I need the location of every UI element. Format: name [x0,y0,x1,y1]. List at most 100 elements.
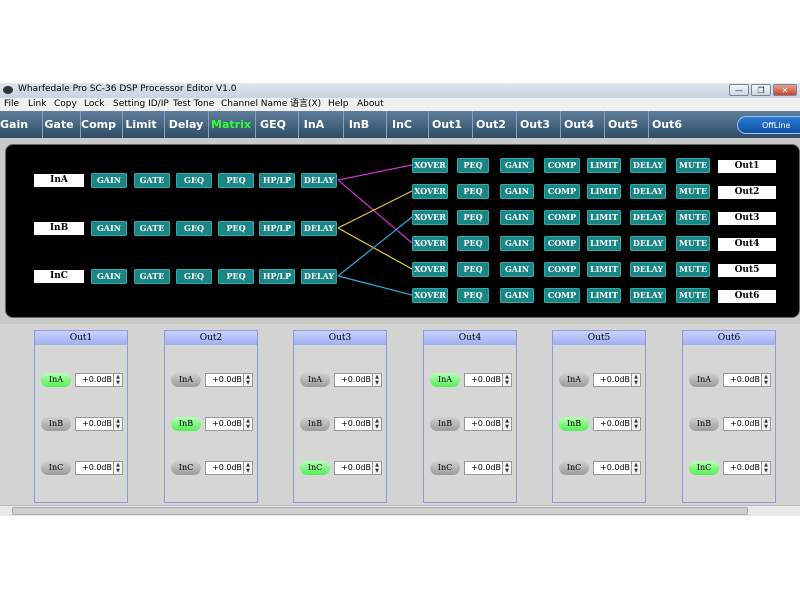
out2-peq-module[interactable]: PEQ [457,184,489,199]
out1-comp-module[interactable]: COMP [544,158,580,173]
gain-stepper[interactable]: ▲ ▼ [631,417,641,431]
route-toggle-inc[interactable]: InC [689,461,719,475]
out6-delay-module[interactable]: DELAY [630,288,666,303]
route-toggle-ina[interactable]: InA [559,373,589,387]
gain-stepper[interactable]: ▲ ▼ [372,461,382,475]
gain-stepper[interactable]: ▲ ▼ [372,373,382,387]
gain-stepper[interactable]: ▲ ▼ [502,461,512,475]
gain-stepper[interactable]: ▲ ▼ [502,373,512,387]
route-toggle-inc[interactable]: InC [430,461,460,475]
gain-stepper[interactable]: ▲ ▼ [243,373,253,387]
stepper-down-icon[interactable]: ▼ [503,468,511,474]
ina-gate-module[interactable]: GATE [134,173,170,188]
stepper-down-icon[interactable]: ▼ [373,380,381,386]
out4-xover-module[interactable]: XOVER [412,236,448,251]
stepper-down-icon[interactable]: ▼ [762,468,770,474]
stepper-down-icon[interactable]: ▼ [373,424,381,430]
route-toggle-inb[interactable]: InB [689,417,719,431]
inc-gain-module[interactable]: GAIN [91,269,127,284]
out6-limit-module[interactable]: LIMIT [587,288,621,303]
out2-comp-module[interactable]: COMP [544,184,580,199]
route-toggle-inc[interactable]: InC [171,461,201,475]
out1-xover-module[interactable]: XOVER [412,158,448,173]
route-toggle-ina[interactable]: InA [300,373,330,387]
stepper-down-icon[interactable]: ▼ [632,380,640,386]
out2-limit-module[interactable]: LIMIT [587,184,621,199]
gain-stepper[interactable]: ▲ ▼ [761,417,771,431]
stepper-down-icon[interactable]: ▼ [762,380,770,386]
inb-peq-module[interactable]: PEQ [218,221,254,236]
out5-comp-module[interactable]: COMP [544,262,580,277]
out4-comp-module[interactable]: COMP [544,236,580,251]
out1-limit-module[interactable]: LIMIT [587,158,621,173]
stepper-down-icon[interactable]: ▼ [632,424,640,430]
inc-geq-module[interactable]: GEQ [176,269,212,284]
ina-peq-module[interactable]: PEQ [218,173,254,188]
route-toggle-inb[interactable]: InB [430,417,460,431]
route-toggle-inb[interactable]: InB [171,417,201,431]
out3-xover-module[interactable]: XOVER [412,210,448,225]
inb-gain-module[interactable]: GAIN [91,221,127,236]
gain-stepper[interactable]: ▲ ▼ [113,373,123,387]
out4-gain-module[interactable]: GAIN [500,236,534,251]
out6-peq-module[interactable]: PEQ [457,288,489,303]
ina-geq-module[interactable]: GEQ [176,173,212,188]
inb-geq-module[interactable]: GEQ [176,221,212,236]
gain-stepper[interactable]: ▲ ▼ [502,417,512,431]
stepper-down-icon[interactable]: ▼ [114,380,122,386]
stepper-down-icon[interactable]: ▼ [244,424,252,430]
out5-mute-module[interactable]: MUTE [676,262,710,277]
route-toggle-inb[interactable]: InB [41,417,71,431]
out3-delay-module[interactable]: DELAY [630,210,666,225]
gain-stepper[interactable]: ▲ ▼ [761,461,771,475]
stepper-down-icon[interactable]: ▼ [762,424,770,430]
inc-hp-lp-module[interactable]: HP/LP [259,269,295,284]
out3-peq-module[interactable]: PEQ [457,210,489,225]
out4-peq-module[interactable]: PEQ [457,236,489,251]
out2-delay-module[interactable]: DELAY [630,184,666,199]
out6-gain-module[interactable]: GAIN [500,288,534,303]
route-toggle-ina[interactable]: InA [171,373,201,387]
out6-comp-module[interactable]: COMP [544,288,580,303]
route-toggle-inc[interactable]: InC [300,461,330,475]
out5-limit-module[interactable]: LIMIT [587,262,621,277]
stepper-down-icon[interactable]: ▼ [244,468,252,474]
out3-limit-module[interactable]: LIMIT [587,210,621,225]
scrollbar-thumb[interactable] [12,507,748,515]
stepper-down-icon[interactable]: ▼ [632,468,640,474]
out3-mute-module[interactable]: MUTE [676,210,710,225]
out3-gain-module[interactable]: GAIN [500,210,534,225]
out6-xover-module[interactable]: XOVER [412,288,448,303]
out1-delay-module[interactable]: DELAY [630,158,666,173]
gain-stepper[interactable]: ▲ ▼ [113,417,123,431]
out1-gain-module[interactable]: GAIN [500,158,534,173]
out2-xover-module[interactable]: XOVER [412,184,448,199]
out5-peq-module[interactable]: PEQ [457,262,489,277]
gain-stepper[interactable]: ▲ ▼ [243,461,253,475]
route-toggle-ina[interactable]: InA [689,373,719,387]
inb-delay-module[interactable]: DELAY [301,221,337,236]
out5-delay-module[interactable]: DELAY [630,262,666,277]
route-toggle-inb[interactable]: InB [300,417,330,431]
route-toggle-inc[interactable]: InC [41,461,71,475]
route-toggle-ina[interactable]: InA [41,373,71,387]
route-toggle-inc[interactable]: InC [559,461,589,475]
route-toggle-inb[interactable]: InB [559,417,589,431]
out1-peq-module[interactable]: PEQ [457,158,489,173]
stepper-down-icon[interactable]: ▼ [114,468,122,474]
out2-mute-module[interactable]: MUTE [676,184,710,199]
stepper-down-icon[interactable]: ▼ [373,468,381,474]
stepper-down-icon[interactable]: ▼ [244,380,252,386]
out4-mute-module[interactable]: MUTE [676,236,710,251]
out5-gain-module[interactable]: GAIN [500,262,534,277]
ina-gain-module[interactable]: GAIN [91,173,127,188]
out4-limit-module[interactable]: LIMIT [587,236,621,251]
out4-delay-module[interactable]: DELAY [630,236,666,251]
gain-stepper[interactable]: ▲ ▼ [631,461,641,475]
stepper-down-icon[interactable]: ▼ [503,424,511,430]
gain-stepper[interactable]: ▲ ▼ [372,417,382,431]
out2-gain-module[interactable]: GAIN [500,184,534,199]
inb-gate-module[interactable]: GATE [134,221,170,236]
ina-hp-lp-module[interactable]: HP/LP [259,173,295,188]
inc-peq-module[interactable]: PEQ [218,269,254,284]
